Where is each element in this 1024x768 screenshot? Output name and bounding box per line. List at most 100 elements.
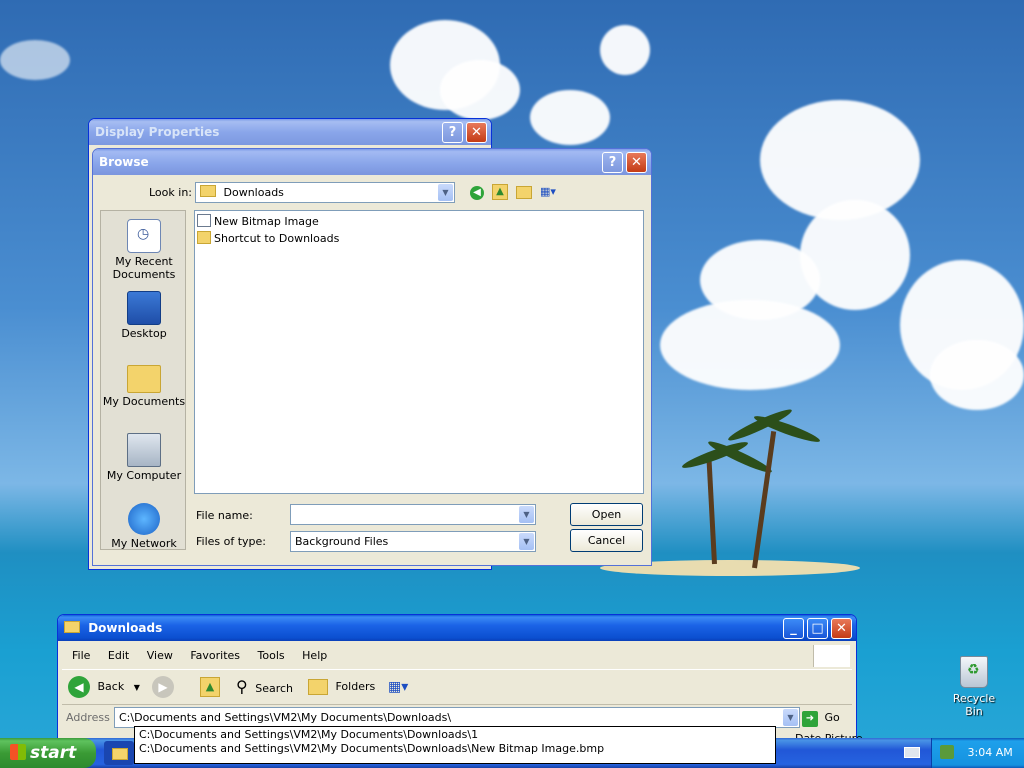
keyboard-icon[interactable] (904, 747, 920, 758)
windows-logo-icon (813, 645, 850, 667)
menu-item-edit[interactable]: Edit (108, 649, 129, 662)
chevron-down-icon[interactable]: ▼ (134, 683, 140, 692)
folders-icon (308, 679, 328, 695)
place-label: My Computer (106, 469, 182, 482)
maximize-button[interactable]: □ (807, 618, 828, 639)
system-tray: 3:04 AM (931, 738, 1024, 768)
files-of-type-value: Background Files (295, 535, 389, 548)
files-of-type-label: Files of type: (196, 535, 267, 548)
file-name: New Bitmap Image (214, 215, 319, 228)
help-button[interactable]: ? (602, 152, 623, 173)
look-in-label: Look in: (149, 186, 192, 199)
place-label: Desktop (121, 327, 167, 340)
file-name: Shortcut to Downloads (214, 232, 340, 245)
minimize-button[interactable]: _ (783, 618, 804, 639)
files-of-type-select[interactable]: Background Files ▼ (290, 531, 536, 552)
back-arrow-icon: ◀ (68, 676, 90, 698)
close-button[interactable]: ✕ (626, 152, 647, 173)
window-title: Downloads (88, 621, 163, 635)
windows-flag-icon (10, 744, 26, 760)
bitmap-file-icon (197, 214, 211, 227)
recent-documents-icon: ◷ (127, 219, 161, 253)
menu-item-favorites[interactable]: Favorites (190, 649, 240, 662)
open-button[interactable]: Open (570, 503, 643, 526)
folder-icon (112, 748, 128, 760)
start-button[interactable]: start (0, 738, 96, 768)
desktop-icon-label: Recycle Bin (952, 692, 996, 718)
places-item-my-documents[interactable]: My Documents (101, 361, 187, 408)
chevron-down-icon[interactable]: ▼ (438, 184, 453, 201)
list-item[interactable]: Shortcut to Downloads (197, 231, 339, 247)
views-menu-icon[interactable]: ▦▾ (540, 185, 564, 200)
chevron-down-icon[interactable]: ▼ (783, 709, 798, 726)
list-item[interactable]: C:\Documents and Settings\VM2\My Documen… (139, 742, 604, 756)
my-network-icon (128, 503, 160, 535)
taskbar-button-downloads[interactable] (104, 741, 134, 765)
back-label: Back (97, 680, 125, 693)
places-item-my-computer[interactable]: My Computer (101, 433, 187, 482)
folder-shortcut-icon (197, 231, 211, 244)
file-list[interactable]: New Bitmap Image Shortcut to Downloads (194, 210, 644, 494)
look-in-value: Downloads (223, 186, 284, 199)
network-tray-icon[interactable] (940, 745, 954, 759)
views-icon: ▦▾ (388, 679, 409, 695)
folders-label: Folders (335, 680, 376, 693)
views-button[interactable]: ▦▾ (388, 676, 408, 699)
folders-button[interactable]: Folders (308, 676, 375, 698)
look-in-dropdown[interactable]: Downloads ▼ (195, 182, 455, 203)
address-input[interactable]: C:\Documents and Settings\VM2\My Documen… (114, 707, 800, 728)
search-button[interactable]: ⚲ Search (236, 676, 293, 700)
places-item-my-network[interactable]: My Network (101, 503, 187, 550)
address-autocomplete-list[interactable]: C:\Documents and Settings\VM2\My Documen… (134, 726, 776, 764)
desktop-icon (127, 291, 161, 325)
folder-icon (200, 185, 216, 197)
up-folder-icon[interactable]: ▲ (492, 184, 508, 200)
palm-tree-decoration (752, 430, 777, 569)
list-item[interactable]: C:\Documents and Settings\VM2\My Documen… (139, 728, 478, 742)
chevron-down-icon[interactable]: ▼ (519, 506, 534, 523)
palm-tree-decoration (706, 460, 717, 565)
up-folder-button[interactable]: ▲ (200, 676, 220, 698)
cloud-decoration (440, 60, 520, 120)
explorer-window[interactable]: Downloads _ □ ✕ File Edit View Favorites… (57, 614, 857, 744)
cancel-button[interactable]: Cancel (570, 529, 643, 552)
menu-item-tools[interactable]: Tools (258, 649, 285, 662)
menu-item-file[interactable]: File (72, 649, 90, 662)
close-button[interactable]: ✕ (831, 618, 852, 639)
menu-item-view[interactable]: View (147, 649, 173, 662)
my-documents-icon (127, 365, 161, 393)
desktop-icon-recycle-bin[interactable]: ♻ Recycle Bin (944, 656, 1004, 718)
window-title: Display Properties (95, 125, 220, 139)
new-folder-icon[interactable] (516, 186, 532, 199)
search-label: Search (255, 682, 294, 695)
place-label: My Network (111, 537, 177, 550)
place-label: My Recent Documents (112, 255, 176, 281)
go-label: Go (824, 711, 840, 724)
address-value: C:\Documents and Settings\VM2\My Documen… (119, 711, 452, 724)
my-computer-icon (127, 433, 161, 467)
explorer-titlebar[interactable]: Downloads _ □ ✕ (58, 615, 856, 641)
search-icon: ⚲ (236, 677, 248, 696)
go-button[interactable]: ➜ Go (802, 709, 840, 727)
browse-titlebar[interactable]: Browse ? ✕ (93, 149, 651, 175)
display-properties-titlebar[interactable]: Display Properties ? ✕ (89, 119, 491, 145)
help-button[interactable]: ? (442, 122, 463, 143)
place-label: My Documents (102, 395, 186, 408)
chevron-down-icon[interactable]: ▼ (519, 533, 534, 550)
folder-icon (64, 621, 80, 633)
back-button[interactable]: ◀ Back ▼ (68, 676, 140, 699)
list-item[interactable]: New Bitmap Image (197, 214, 319, 230)
places-item-desktop[interactable]: Desktop (101, 291, 187, 340)
menu-item-help[interactable]: Help (302, 649, 327, 662)
cloud-decoration (530, 90, 610, 145)
places-item-recent[interactable]: ◷ My Recent Documents (101, 219, 187, 281)
go-back-icon[interactable]: ◀ (470, 186, 484, 200)
close-button[interactable]: ✕ (466, 122, 487, 143)
forward-arrow-icon: ▶ (152, 676, 174, 698)
start-label: start (30, 743, 77, 763)
cloud-decoration (0, 40, 70, 80)
file-name-input[interactable]: ▼ (290, 504, 536, 525)
cloud-decoration (600, 25, 650, 75)
forward-button[interactable]: ▶ (152, 676, 174, 699)
cloud-decoration (930, 340, 1024, 410)
